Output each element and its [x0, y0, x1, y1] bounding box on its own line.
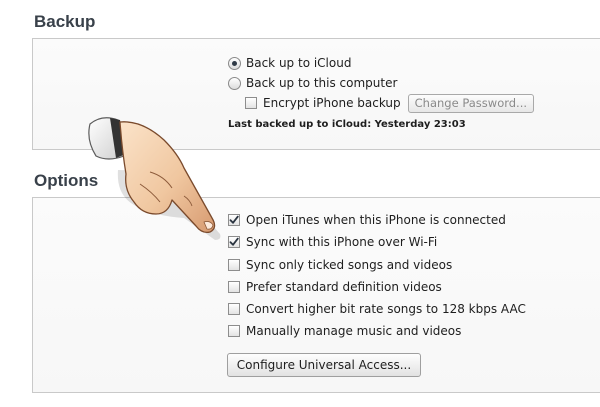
option-label: Sync only ticked songs and videos — [246, 258, 453, 272]
option-row[interactable]: Sync with this iPhone over Wi-Fi — [228, 234, 437, 250]
backup-icloud-option[interactable]: Back up to iCloud — [228, 55, 351, 71]
checkbox-unchecked-icon[interactable] — [228, 303, 240, 315]
option-row[interactable]: Prefer standard definition videos — [228, 279, 442, 295]
option-label: Manually manage music and videos — [246, 324, 462, 338]
backup-computer-option[interactable]: Back up to this computer — [228, 75, 397, 91]
option-label: Open iTunes when this iPhone is connecte… — [246, 213, 506, 227]
option-row[interactable]: Convert higher bit rate songs to 128 kbp… — [228, 301, 526, 317]
backup-icloud-label: Back up to iCloud — [246, 56, 352, 70]
backup-computer-label: Back up to this computer — [246, 76, 398, 90]
encrypt-backup-checkbox[interactable] — [245, 97, 257, 109]
encrypt-backup-label: Encrypt iPhone backup — [263, 96, 401, 110]
configure-universal-access-button[interactable]: Configure Universal Access... — [227, 353, 421, 377]
option-label: Prefer standard definition videos — [246, 280, 442, 294]
option-label: Sync with this iPhone over Wi-Fi — [246, 235, 438, 249]
last-backup-status: Last backed up to iCloud: Yesterday 23:0… — [228, 119, 466, 130]
option-row[interactable]: Sync only ticked songs and videos — [228, 257, 452, 273]
pointing-hand-icon — [88, 117, 221, 240]
radio-unselected-icon[interactable] — [228, 76, 241, 90]
checkbox-unchecked-icon[interactable] — [228, 281, 240, 293]
radio-selected-icon[interactable] — [228, 56, 241, 70]
option-label: Convert higher bit rate songs to 128 kbp… — [246, 302, 526, 316]
option-row[interactable]: Open iTunes when this iPhone is connecte… — [228, 212, 506, 228]
checkbox-unchecked-icon[interactable] — [228, 325, 240, 337]
option-row[interactable]: Manually manage music and videos — [228, 323, 461, 339]
change-password-button[interactable]: Change Password... — [407, 93, 535, 113]
backup-section-title: Backup — [34, 12, 96, 31]
encrypt-backup-row: Encrypt iPhone backup Change Password... — [245, 93, 535, 113]
checkbox-unchecked-icon[interactable] — [228, 259, 240, 271]
